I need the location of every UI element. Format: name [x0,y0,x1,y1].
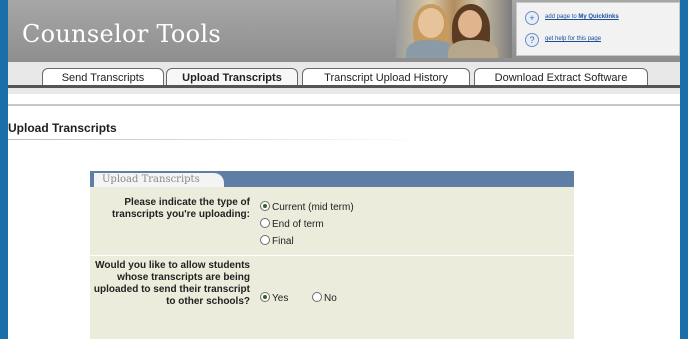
radio-button[interactable] [260,235,270,245]
header: Counselor Tools + add page to My Quickli… [8,0,680,62]
option-final[interactable]: Final [260,235,294,247]
upload-panel: Upload Transcripts Please indicate the t… [90,171,574,339]
brand-title: Counselor Tools [22,20,222,48]
radio-button[interactable] [260,292,270,302]
radio-button[interactable] [260,218,270,228]
add-quicklink-link[interactable]: + add page to My Quicklinks [525,11,675,25]
person-face [458,10,482,38]
person-body [448,40,498,58]
question-row-allow-send: Would you like to allow students whose t… [90,256,574,339]
option-yes[interactable]: Yes [260,292,288,304]
tab-bar: Send Transcripts Upload Transcripts Tran… [8,62,680,94]
option-end-of-term[interactable]: End of term [260,218,324,230]
question-label: Would you like to allow students whose t… [93,260,250,307]
tab-underline [8,85,680,88]
divider [8,104,680,106]
option-no[interactable]: No [312,292,337,304]
question-label: Please indicate the type of transcripts … [112,197,250,220]
title-divider [8,139,428,140]
app-frame: Counselor Tools + add page to My Quickli… [8,0,680,339]
radio-button[interactable] [312,292,322,302]
panel-tab-label: Upload Transcripts [94,173,224,187]
panel-header: Upload Transcripts [90,171,574,187]
person-face [418,8,444,38]
plus-icon: + [525,11,539,25]
quick-links-box: + add page to My Quicklinks ? get help f… [516,2,680,56]
help-icon: ? [525,33,539,47]
page-title: Upload Transcripts [8,121,117,135]
page-help-link[interactable]: ? get help for this page [525,33,675,47]
radio-button[interactable] [260,201,270,211]
person-body [406,40,454,58]
question-row-transcript-type: Please indicate the type of transcripts … [90,187,574,255]
header-photo [396,0,512,58]
option-current[interactable]: Current (mid term) [260,201,354,213]
